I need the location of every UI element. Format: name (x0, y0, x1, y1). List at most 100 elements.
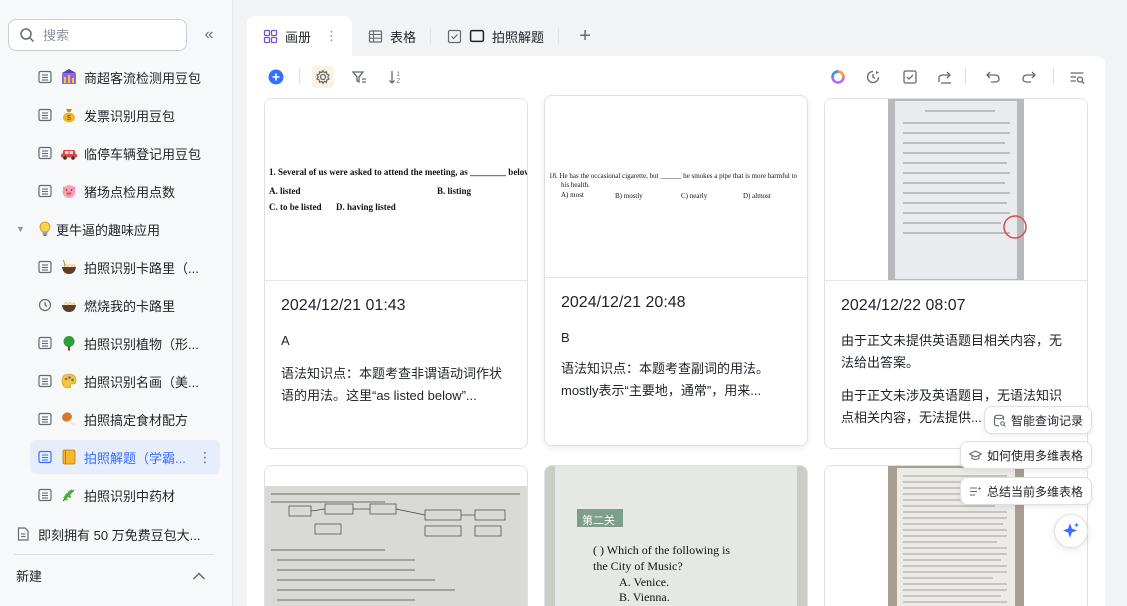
settings-button[interactable] (312, 66, 334, 88)
gallery-card[interactable]: 第二关 ( ) Which of the following is the Ci… (544, 465, 808, 606)
record-analysis: 语法知识点：本题考查副词的用法。mostly表示“主要地，通常”，用来... (561, 361, 770, 398)
chevron-up-icon[interactable] (192, 571, 206, 581)
sidebar-item[interactable]: 即刻拥有 50 万免费豆包大... (16, 517, 226, 551)
share-button[interactable] (934, 66, 956, 88)
list-search-icon (1070, 72, 1085, 84)
toolbar-separator (299, 68, 300, 84)
gallery-panel: 1Z 1. Several of us were asked to attend… (247, 56, 1105, 606)
sidebar-item[interactable]: 商超客流检测用豆包 (38, 60, 228, 94)
list-summary-icon (970, 486, 982, 496)
pig-icon (60, 182, 78, 200)
record-answer: B (561, 330, 570, 345)
main-area: 画册 ⋮ 表格 拍照解题 + 1Z 1. Several of us were … (247, 0, 1107, 606)
sidebar-item-label: 拍照识别卡路里（... (84, 260, 199, 276)
sidebar-item[interactable]: 猪场点检用点数 (38, 174, 228, 208)
plus-circle-icon (268, 69, 284, 85)
sidebar-divider (14, 554, 214, 555)
sidebar-item-label: 拍照识别中药材 (84, 488, 176, 504)
sidebar-item[interactable]: 拍照识别植物（形... (38, 326, 228, 360)
new-button[interactable]: 新建 (16, 566, 206, 585)
sidebar-item-label: 拍照解题（学霸... (84, 450, 186, 466)
automation-button[interactable] (862, 66, 884, 88)
gallery-card[interactable]: 2024/12/22 08:07 由于正文未提供英语题目相关内容，无法给出答案。… (824, 98, 1088, 449)
sort-icon: 1Z (389, 71, 401, 85)
search-box[interactable] (8, 19, 187, 51)
record-analysis: 语法知识点：本题考查非谓语动词作状语的用法。这里“as listed below… (281, 366, 503, 403)
table-doc-icon (38, 70, 52, 84)
add-record-button[interactable] (265, 66, 287, 88)
sidebar-item[interactable]: 临停车辆登记用豆包 (38, 136, 228, 170)
sidebar-item[interactable]: $ 发票识别用豆包 (38, 98, 228, 132)
question-option: B. listing (437, 186, 472, 196)
tab-separator (558, 28, 560, 44)
toolbar: 1Z (247, 56, 1105, 94)
more-options-icon[interactable]: ⋮ (198, 449, 212, 466)
checkbox-icon (447, 29, 462, 43)
redo-button[interactable] (1018, 66, 1040, 88)
sidebar-item-label: 拍照识别植物（形... (84, 336, 199, 352)
how-to-use-button[interactable]: 如何使用多维表格 (960, 441, 1093, 469)
gallery-card[interactable]: 1. Several of us were asked to attend th… (264, 98, 528, 449)
summarize-button[interactable]: 总结当前多维表格 (960, 477, 1093, 505)
sidebar-group[interactable]: ▼ 更牛逼的趣味应用 (16, 212, 226, 246)
form-button[interactable] (899, 66, 921, 88)
undo-icon (986, 71, 1000, 83)
gallery-card[interactable]: 18. He has the occasional cigarette, but… (544, 95, 808, 446)
sidebar-item[interactable]: 拍照识别中药材 (38, 478, 228, 512)
sidebar-item-label: 燃烧我的卡路里 (84, 298, 176, 314)
table-doc-icon (38, 488, 52, 502)
sort-button[interactable]: 1Z (385, 66, 407, 88)
tab-photo-solve[interactable]: 拍照解题 (431, 16, 558, 56)
filter-button[interactable] (348, 66, 370, 88)
svg-text:$: $ (67, 115, 71, 122)
ai-sparkle-button[interactable] (1054, 514, 1088, 548)
gallery-grid-icon (263, 29, 278, 43)
sidebar-item-active[interactable]: 拍照解题（学霸... ⋮ (30, 440, 220, 474)
question-image: 18. He has the occasional cigarette, but… (545, 96, 807, 278)
ai-assistant-button[interactable] (827, 66, 849, 88)
ai-ring-icon (831, 70, 845, 84)
table-doc-icon (38, 184, 52, 198)
clock-play-icon (866, 70, 880, 84)
svg-text:Z: Z (397, 79, 401, 85)
share-icon (938, 71, 951, 84)
tab-gallery[interactable]: 画册 ⋮ (247, 16, 353, 56)
smart-query-label: 智能查询记录 (1011, 413, 1084, 428)
question-image (265, 466, 527, 606)
toolbar-separator (1053, 68, 1054, 84)
summarize-label: 总结当前多维表格 (987, 484, 1084, 499)
sidebar-item[interactable]: 燃烧我的卡路里 (38, 288, 228, 322)
sidebar-item-label: 拍照识别名画（美... (84, 374, 199, 390)
collapse-sidebar-icon[interactable]: « (197, 24, 221, 46)
lightbulb-icon (36, 220, 54, 238)
photo-worksheet (265, 486, 527, 606)
undo-button[interactable] (982, 66, 1004, 88)
search-records-button[interactable] (1066, 66, 1088, 88)
table-doc-icon (38, 412, 52, 426)
search-input[interactable] (43, 27, 173, 43)
question-image: 1. Several of us were asked to attend th… (265, 99, 527, 281)
tab-more-icon[interactable]: ⋮ (325, 28, 338, 44)
sidebar-item[interactable]: 拍照识别卡路里（... (38, 250, 228, 284)
screen-icon (469, 29, 485, 43)
sidebar-item[interactable]: 拍照搞定食材配方 (38, 402, 228, 436)
section-label: 第二关 (582, 514, 615, 527)
graduation-cap-icon (969, 449, 982, 460)
question-line: 18. He has the occasional cigarette, but… (549, 172, 798, 180)
gallery-card[interactable] (264, 465, 528, 606)
smart-query-button[interactable]: 智能查询记录 (984, 406, 1093, 434)
question-line: his health. (561, 181, 590, 189)
drumstick-icon (60, 410, 78, 428)
table-doc-icon (38, 108, 52, 122)
svg-text:1: 1 (397, 72, 401, 78)
sidebar-item[interactable]: 拍照识别名画（美... (38, 364, 228, 398)
add-view-icon[interactable]: + (567, 18, 603, 54)
palette-icon (60, 372, 78, 390)
table-doc-icon (38, 260, 52, 274)
new-label: 新建 (16, 569, 43, 584)
caret-down-icon[interactable]: ▼ (16, 224, 28, 234)
question-option: B. Vienna. (619, 590, 670, 604)
tab-table[interactable]: 表格 (352, 16, 430, 56)
toolbar-separator (965, 68, 966, 84)
sidebar-item-label: 临停车辆登记用豆包 (84, 146, 202, 162)
